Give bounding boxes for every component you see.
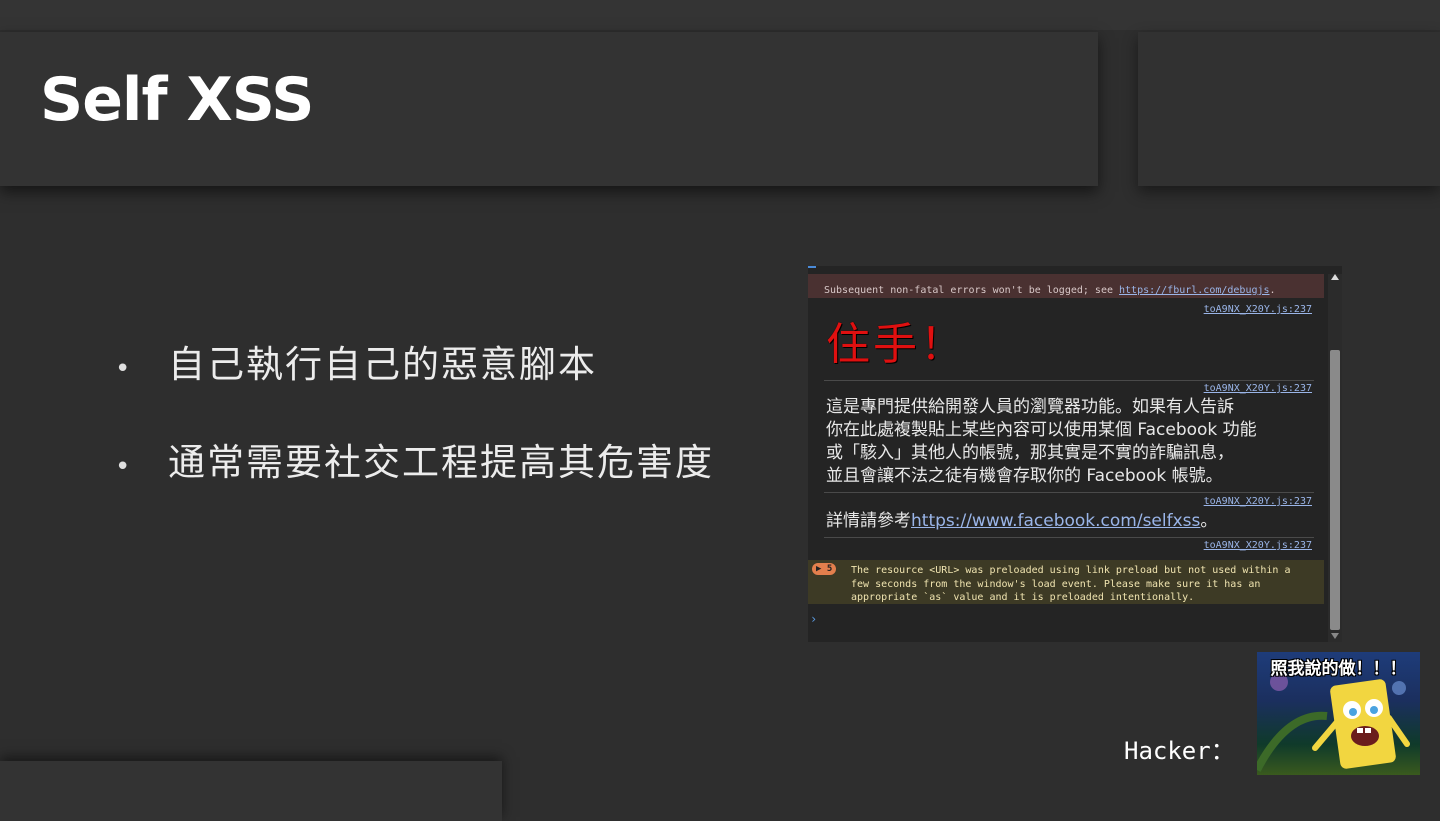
stop-warning-text: 住手！: [826, 319, 967, 370]
warning-count-badge[interactable]: ▶ 5: [812, 563, 837, 575]
source-link[interactable]: toA9NX_X20Y.js:237: [1204, 304, 1312, 315]
preload-warning-text: The resource <URL> was preloaded using l…: [851, 565, 1291, 603]
title-bar-right-panel: [1138, 32, 1440, 186]
details-prefix: 詳情請參考: [826, 511, 911, 531]
bullet-dot: •: [115, 452, 131, 482]
console-preload-warning-row: ▶ 5 The resource <URL> was preloaded usi…: [808, 560, 1324, 604]
scroll-thumb[interactable]: [1330, 350, 1340, 630]
warning-line: 這是專門提供給開發人員的瀏覽器功能。如果有人告訴: [826, 397, 1234, 417]
bullet-dot: •: [115, 354, 131, 384]
selfxss-link[interactable]: https://www.facebook.com/selfxss: [911, 511, 1200, 531]
debug-link[interactable]: https://fburl.com/debugjs: [1119, 285, 1270, 296]
hacker-label: Hacker：: [1124, 737, 1235, 765]
console-error-row: Subsequent non-fatal errors won't be log…: [808, 274, 1324, 298]
error-text: Subsequent non-fatal errors won't be log…: [824, 285, 1120, 296]
bullet-text: 自己執行自己的惡意腳本: [168, 343, 597, 386]
slide-title: Self XSS: [40, 65, 314, 135]
console-cursor-mark: [808, 266, 816, 268]
scroll-up-arrow-icon[interactable]: [1331, 274, 1339, 280]
console-separator: [824, 537, 1314, 538]
spongebob-meme-image: 照我說的做！！！: [1257, 652, 1420, 775]
bottom-bar: [0, 761, 502, 821]
console-separator: [824, 380, 1314, 381]
console-prompt-icon[interactable]: ›: [810, 612, 817, 626]
devtools-console-screenshot: Subsequent non-fatal errors won't be log…: [808, 266, 1342, 642]
console-separator: [824, 492, 1314, 493]
details-end: 。: [1200, 511, 1218, 531]
warning-line: 你在此處複製貼上某些內容可以使用某個 Facebook 功能: [826, 420, 1257, 440]
console-warning-message: 這是專門提供給開發人員的瀏覽器功能。如果有人告訴 你在此處複製貼上某些內容可以使…: [826, 396, 1316, 488]
meme-caption: 照我說的做！！！: [1270, 659, 1407, 679]
source-link[interactable]: toA9NX_X20Y.js:237: [1204, 540, 1312, 551]
warning-line: 或「駭入」其他人的帳號，那其實是不實的詐騙訊息，: [826, 443, 1234, 463]
source-link[interactable]: toA9NX_X20Y.js:237: [1204, 496, 1312, 507]
source-link[interactable]: toA9NX_X20Y.js:237: [1204, 383, 1312, 394]
console-details-message: 詳情請參考https://www.facebook.com/selfxss。: [826, 510, 1316, 533]
scroll-down-arrow-icon[interactable]: [1331, 633, 1339, 639]
top-band: [0, 0, 1440, 30]
error-end: .: [1269, 285, 1276, 296]
warning-line: 並且會讓不法之徒有機會存取你的 Facebook 帳號。: [826, 466, 1223, 486]
bullet-text: 通常需要社交工程提高其危害度: [168, 441, 714, 484]
